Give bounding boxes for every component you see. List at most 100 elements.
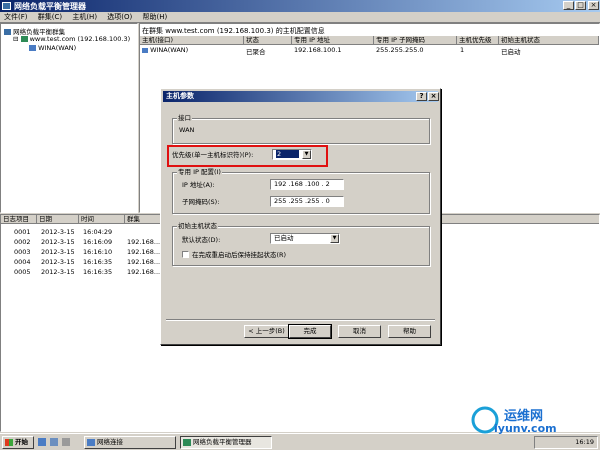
watermark: 运维网 iyunv.com — [470, 405, 598, 435]
dialog-help-button[interactable]: ? — [416, 92, 427, 101]
start-button[interactable]: 开始 — [2, 436, 34, 449]
help-button[interactable]: 帮助 — [388, 325, 431, 338]
tree-host[interactable]: WINA(WAN) — [29, 44, 76, 52]
col-time[interactable]: 时间 — [79, 215, 125, 224]
row-mask: 255.255.255.0 — [376, 46, 424, 54]
taskbar-item-label: 网络负载平衡管理器 — [193, 438, 252, 446]
host-icon — [29, 45, 36, 51]
interface-group-label: 接口 — [177, 114, 192, 122]
interface-value: WAN — [179, 126, 195, 134]
highlight-annotation — [167, 145, 328, 167]
ip-address-field[interactable]: 192 .168 .100 . 2 — [270, 179, 344, 190]
dedicated-ip-group-label: 专用 IP 配置(I) — [177, 168, 222, 176]
row-status: 已聚合 — [246, 48, 266, 56]
default-state-value: 已启动 — [274, 234, 294, 242]
log-entry: 0003 — [14, 248, 31, 256]
cluster-icon — [183, 439, 191, 446]
close-button[interactable]: × — [588, 1, 599, 10]
col-cluster[interactable]: 群集 — [125, 215, 163, 224]
tree-cluster[interactable]: ⊟ www.test.com (192.168.100.3) — [13, 35, 130, 43]
log-cluster: 192.168... — [127, 238, 161, 246]
row-initial-state: 已启动 — [501, 48, 521, 56]
dialog-title: 主机参数 — [166, 92, 194, 100]
cluster-icon — [20, 36, 28, 42]
initial-state-group — [172, 226, 430, 266]
col-host-interface[interactable]: 主机(接口) — [140, 36, 244, 45]
col-log-entry[interactable]: 日志项目 — [1, 215, 37, 224]
menu-file[interactable]: 文件(F) — [4, 12, 28, 22]
interface-group — [172, 118, 430, 144]
log-time: 16:16:35 — [83, 268, 113, 276]
log-date: 2012-3-15 — [41, 238, 75, 246]
col-date[interactable]: 日期 — [37, 215, 79, 224]
taskbar-item-network-connections[interactable]: 网络连接 — [84, 436, 176, 449]
row-ip: 192.168.100.1 — [294, 46, 342, 54]
tree-cluster-label: www.test.com (192.168.100.3) — [29, 35, 131, 43]
subnet-mask-field[interactable]: 255 .255 .255 . 0 — [270, 196, 344, 207]
windows-logo-icon — [5, 439, 13, 446]
host-parameters-dialog: 主机参数 ? × 接口 WAN 优先级(单一主机标识符)(P): 2 ▼ 专用 … — [160, 88, 441, 345]
quicklaunch-desktop-icon[interactable] — [50, 438, 58, 446]
log-cluster: 192.168... — [127, 258, 161, 266]
app-icon — [2, 2, 11, 10]
row-priority: 1 — [460, 46, 465, 54]
menu-options[interactable]: 选项(O) — [107, 12, 132, 22]
network-icon — [4, 29, 11, 35]
table-row[interactable]: WINA(WAN) 已聚合 192.168.100.1 255.255.255.… — [140, 46, 599, 56]
taskbar-item-label: 网络连接 — [97, 438, 123, 446]
mask-label: 子网掩码(S): — [182, 198, 220, 206]
menu-cluster[interactable]: 群集(C) — [38, 12, 62, 22]
menu-host[interactable]: 主机(H) — [72, 12, 97, 22]
log-date: 2012-3-15 — [41, 248, 75, 256]
window-title: 网络负载平衡管理器 — [14, 2, 86, 11]
maximize-button[interactable]: □ — [575, 1, 586, 10]
persist-suspend-label: 在完成重启动后保持挂起状态(R) — [192, 251, 287, 259]
log-date: 2012-3-15 — [41, 268, 75, 276]
tree-host-label: WINA(WAN) — [38, 44, 77, 52]
col-dedicated-ip[interactable]: 专用 IP 地址 — [292, 36, 374, 45]
persist-suspend-checkbox[interactable] — [182, 251, 189, 258]
host-panel-caption: 在群集 www.test.com (192.168.100.3) 的主机配置信息 — [142, 27, 325, 35]
quicklaunch-ie-icon[interactable] — [38, 438, 46, 446]
log-entry: 0005 — [14, 268, 31, 276]
log-entry: 0004 — [14, 258, 31, 266]
log-time: 16:16:10 — [83, 248, 113, 256]
log-date: 2012-3-15 — [41, 258, 75, 266]
host-icon — [142, 47, 148, 53]
log-cluster: 192.168... — [127, 248, 161, 256]
log-time: 16:16:09 — [83, 238, 113, 246]
cancel-button[interactable]: 取消 — [338, 325, 381, 338]
minimize-button[interactable]: _ — [563, 1, 574, 10]
col-dedicated-mask[interactable]: 专用 IP 子网掩码 — [374, 36, 457, 45]
log-date: 2012-3-15 — [41, 228, 75, 236]
taskbar: 开始 网络连接 网络负载平衡管理器 16:19 — [0, 433, 600, 450]
col-status[interactable]: 状态 — [244, 36, 292, 45]
start-label: 开始 — [15, 438, 28, 446]
system-tray: 16:19 — [534, 436, 598, 449]
network-icon — [87, 439, 95, 446]
col-host-priority[interactable]: 主机优先级 — [457, 36, 499, 45]
log-time: 16:04:29 — [83, 228, 113, 236]
finish-button[interactable]: 完成 — [288, 324, 332, 339]
clock: 16:19 — [575, 438, 594, 446]
default-state-label: 默认状态(D): — [182, 236, 221, 244]
back-button[interactable]: < 上一步(B) — [244, 325, 289, 338]
taskbar-item-nlb-manager[interactable]: 网络负载平衡管理器 — [180, 436, 272, 449]
dialog-title-bar: 主机参数 ? × — [163, 91, 439, 102]
menu-help[interactable]: 帮助(H) — [143, 12, 168, 22]
expander-icon[interactable]: ⊟ — [13, 35, 18, 43]
default-state-select[interactable]: 已启动 ▼ — [270, 233, 340, 244]
row-host: WINA(WAN) — [142, 46, 188, 54]
chevron-down-icon[interactable]: ▼ — [330, 234, 339, 243]
initial-state-group-label: 初始主机状态 — [177, 222, 218, 230]
log-entry: 0002 — [14, 238, 31, 246]
dialog-close-button[interactable]: × — [428, 92, 439, 101]
menu-bar: 文件(F) 群集(C) 主机(H) 选项(O) 帮助(H) — [0, 12, 600, 23]
cluster-tree: 网络负载平衡群集 ⊟ www.test.com (192.168.100.3) … — [0, 23, 138, 213]
watermark-url: iyunv.com — [494, 422, 557, 435]
quicklaunch-explorer-icon[interactable] — [62, 438, 70, 446]
log-cluster: 192.168... — [127, 268, 161, 276]
dialog-separator — [166, 319, 435, 321]
row-host-label: WINA(WAN) — [150, 46, 189, 54]
col-initial-state[interactable]: 初始主机状态 — [499, 36, 599, 45]
